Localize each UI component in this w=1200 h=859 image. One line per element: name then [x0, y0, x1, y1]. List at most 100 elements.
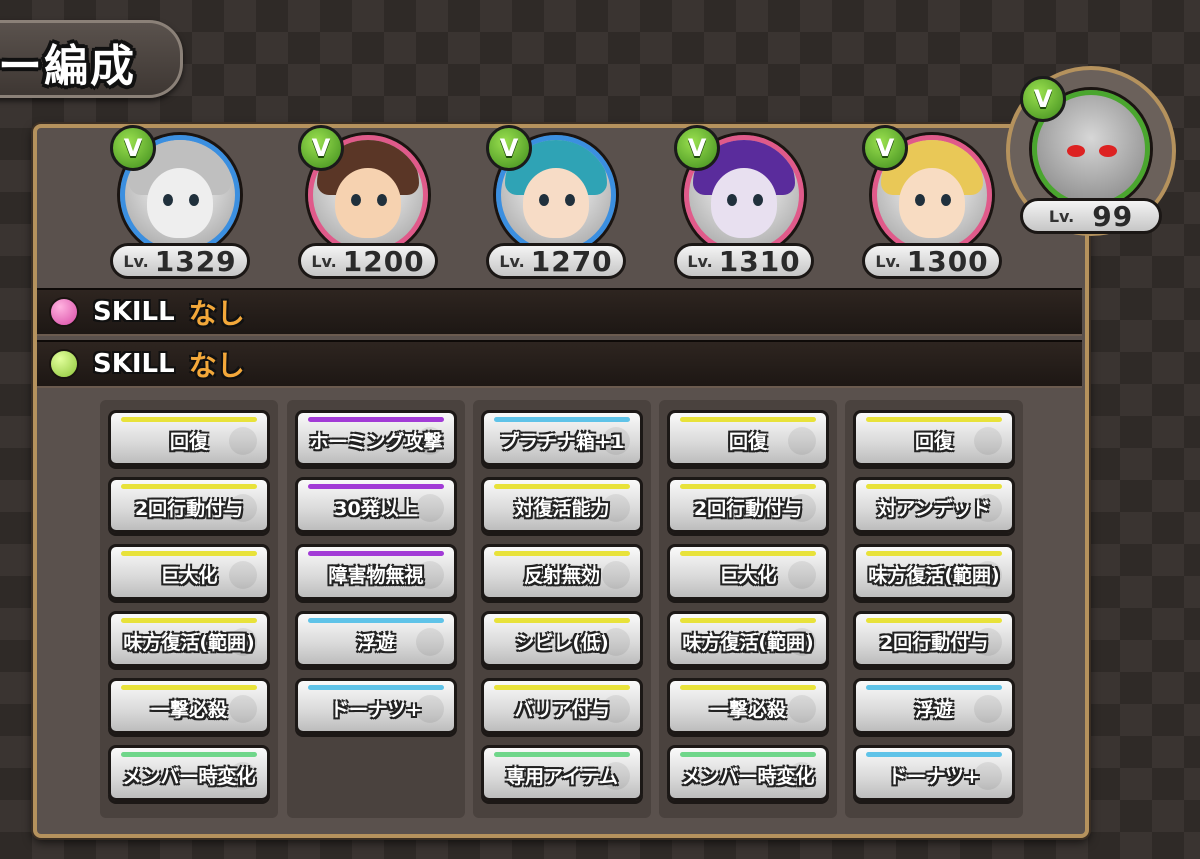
level-label: Lv. [499, 251, 525, 271]
member-slot[interactable]: V Lv. 1329 [110, 125, 250, 279]
level-value: 99 [1092, 199, 1134, 233]
ability-chip[interactable]: 回復 [853, 410, 1015, 466]
ability-color-stripe [121, 551, 257, 556]
ability-chip[interactable]: シビレ(低) [481, 611, 643, 667]
ability-chip[interactable]: ドーナツ+ [295, 678, 457, 734]
member-slot[interactable]: V Lv. 1270 [486, 125, 626, 279]
skill-value: なし [188, 297, 245, 330]
ability-chip[interactable]: 対復活能力 [481, 477, 643, 533]
ability-color-stripe [866, 752, 1002, 757]
ability-chip[interactable]: 味方復活(範囲) [853, 544, 1015, 600]
ability-label: 味方復活(範囲) [682, 632, 814, 654]
ability-label: 一撃必殺 [709, 699, 786, 721]
ability-color-stripe [308, 484, 444, 489]
ability-label: 回復 [169, 431, 208, 453]
ability-chip[interactable]: 回復 [667, 410, 829, 466]
skill-bar-1: SKILL なし [37, 288, 1082, 336]
character-eye [377, 194, 387, 206]
ability-chip[interactable]: 障害物無視 [295, 544, 457, 600]
ability-chip[interactable]: 2回行動付与 [667, 477, 829, 533]
ability-color-stripe [866, 417, 1002, 422]
ability-chip[interactable]: 浮遊 [295, 611, 457, 667]
ability-chip[interactable]: 味方復活(範囲) [667, 611, 829, 667]
ability-color-stripe [494, 484, 630, 489]
ability-color-stripe [494, 752, 630, 757]
ability-chip[interactable]: 一撃必殺 [108, 678, 270, 734]
member-slot[interactable]: V Lv. 1300 [862, 125, 1002, 279]
ability-color-stripe [121, 417, 257, 422]
ability-chip[interactable]: 専用アイテム [481, 745, 643, 801]
v-badge-icon: V [1020, 76, 1066, 122]
ability-chip[interactable]: 巨大化 [667, 544, 829, 600]
page-title: ー編成 [0, 41, 136, 92]
ability-color-stripe [866, 618, 1002, 623]
ability-label: 回復 [728, 431, 767, 453]
level-pill: Lv. 1310 [674, 243, 814, 279]
ability-label: プラチナ箱+1 [499, 431, 625, 453]
ability-chip[interactable]: 30発以上 [295, 477, 457, 533]
ability-chip[interactable]: ホーミング攻撃 [295, 410, 457, 466]
ability-chip[interactable]: 味方復活(範囲) [108, 611, 270, 667]
ability-label: メンバー時変化 [122, 766, 256, 788]
ability-column: プラチナ箱+1 対復活能力反射無効シビレ(低) バリア付与専用アイテム [473, 400, 651, 818]
ability-color-stripe [680, 618, 816, 623]
ability-chip[interactable]: 回復 [108, 410, 270, 466]
ability-color-stripe [680, 417, 816, 422]
member-slot[interactable]: V Lv. 1200 [298, 125, 438, 279]
ability-label: ホーミング攻撃 [309, 431, 443, 453]
leader-level-pill: Lv. 99 [1020, 198, 1162, 234]
level-label: Lv. [875, 251, 901, 271]
ability-color-stripe [680, 685, 816, 690]
character-face [899, 168, 965, 238]
ability-label: 巨大化 [160, 565, 218, 587]
ability-label: 味方復活(範囲) [123, 632, 255, 654]
ability-chip[interactable]: 一撃必殺 [667, 678, 829, 734]
character-eye [539, 194, 549, 206]
character-eye [351, 194, 361, 206]
level-value: 1329 [154, 244, 237, 278]
ability-chip[interactable]: 浮遊 [853, 678, 1015, 734]
character-eye [189, 194, 199, 206]
ability-chip[interactable]: 2回行動付与 [108, 477, 270, 533]
ability-color-stripe [494, 417, 630, 422]
skill-label: SKILL [93, 349, 175, 379]
member-slot[interactable]: V Lv. 1310 [674, 125, 814, 279]
v-badge-icon: V [486, 125, 532, 171]
ability-chip[interactable]: 反射無効 [481, 544, 643, 600]
ability-label: 浮遊 [356, 632, 395, 654]
ability-color-stripe [680, 551, 816, 556]
ability-chip[interactable]: メンバー時変化 [108, 745, 270, 801]
ability-chip[interactable]: プラチナ箱+1 [481, 410, 643, 466]
v-badge-icon: V [674, 125, 720, 171]
ability-color-stripe [308, 551, 444, 556]
ability-label: 巨大化 [719, 565, 777, 587]
ability-chip[interactable]: 2回行動付与 [853, 611, 1015, 667]
level-pill: Lv. 1300 [862, 243, 1002, 279]
ability-label: 反射無効 [523, 565, 600, 587]
ability-label: シビレ(低) [515, 632, 609, 654]
character-eye [915, 194, 925, 206]
ability-label: 2回行動付与 [879, 632, 989, 654]
character-eye [941, 194, 951, 206]
ability-label: バリア付与 [514, 699, 610, 721]
ability-color-stripe [680, 752, 816, 757]
level-value: 1300 [906, 244, 989, 278]
ability-label: 30発以上 [334, 498, 418, 520]
ability-chip[interactable]: メンバー時変化 [667, 745, 829, 801]
level-value: 1200 [342, 244, 425, 278]
ability-label: 2回行動付与 [134, 498, 244, 520]
level-label: Lv. [687, 251, 713, 271]
ability-chip[interactable]: 巨大化 [108, 544, 270, 600]
ability-color-stripe [680, 484, 816, 489]
character-eye [727, 194, 737, 206]
ability-chip[interactable]: バリア付与 [481, 678, 643, 734]
ability-column: 回復 2回行動付与 巨大化味方復活(範囲) 一撃必殺メンバー時変化 [100, 400, 278, 818]
ability-color-stripe [866, 551, 1002, 556]
pink-orb-icon [49, 297, 79, 327]
ability-label: ドーナツ+ [330, 699, 422, 721]
ability-chip[interactable]: 対アンデッド [853, 477, 1015, 533]
v-badge-icon: V [110, 125, 156, 171]
green-orb-icon [49, 349, 79, 379]
ability-color-stripe [866, 685, 1002, 690]
ability-chip[interactable]: ドーナツ+ [853, 745, 1015, 801]
